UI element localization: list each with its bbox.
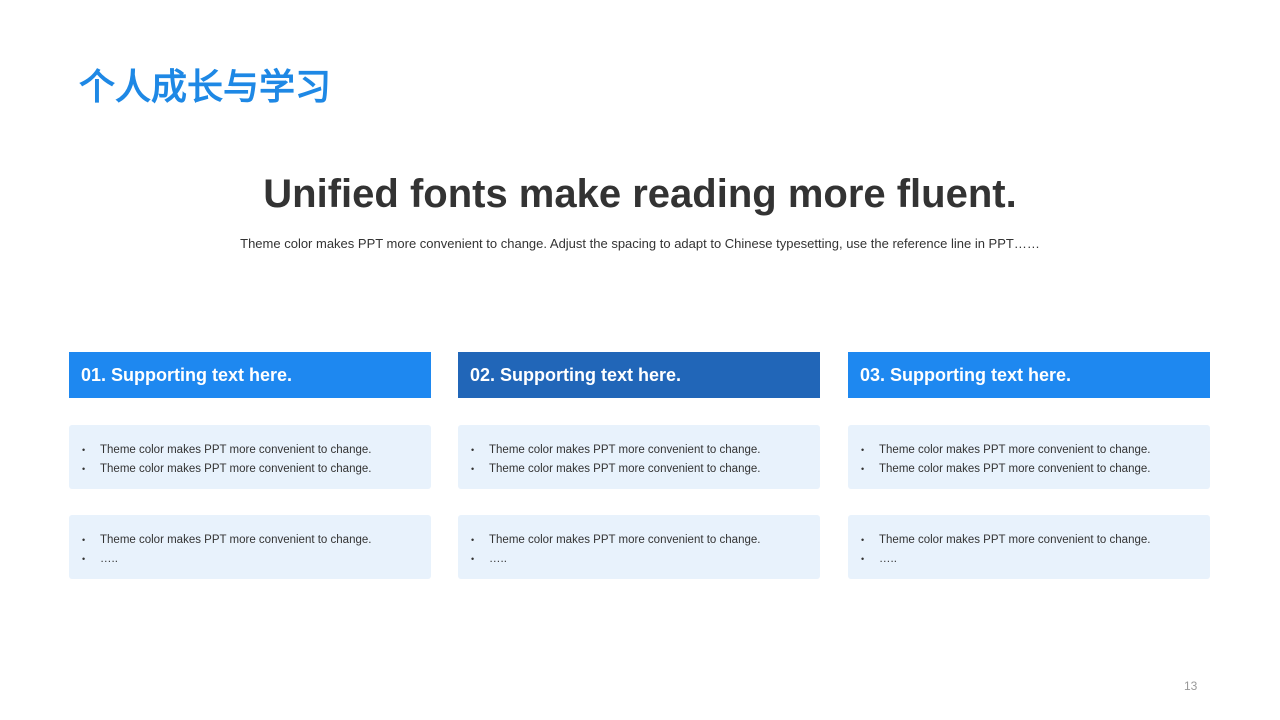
- bullet-dot-icon: •: [82, 554, 86, 564]
- headline: Unified fonts make reading more fluent.: [263, 172, 1017, 216]
- column-1: 01. Supporting text here. • Theme color …: [69, 352, 431, 579]
- bullet-dot-icon: •: [861, 464, 865, 474]
- bullet-item: • Theme color makes PPT more convenient …: [458, 441, 820, 460]
- bullet-text: …..: [100, 553, 118, 565]
- bullet-item: • Theme color makes PPT more convenient …: [848, 531, 1210, 550]
- bullet-dot-icon: •: [471, 445, 475, 455]
- bullet-text: …..: [489, 553, 507, 565]
- bullet-dot-icon: •: [861, 445, 865, 455]
- bullet-text: Theme color makes PPT more convenient to…: [489, 444, 761, 456]
- bullet-text: Theme color makes PPT more convenient to…: [879, 444, 1151, 456]
- bullet-item: • Theme color makes PPT more convenient …: [69, 460, 431, 479]
- bullet-card: • Theme color makes PPT more convenient …: [848, 515, 1210, 579]
- bullet-card: • Theme color makes PPT more convenient …: [458, 515, 820, 579]
- page-number: 13: [1184, 679, 1198, 693]
- bullet-item: • …..: [69, 550, 431, 569]
- column-header: 01. Supporting text here.: [69, 352, 431, 398]
- bullet-item: • Theme color makes PPT more convenient …: [458, 531, 820, 550]
- bullet-dot-icon: •: [82, 464, 86, 474]
- bullet-text: Theme color makes PPT more convenient to…: [100, 444, 372, 456]
- bullet-card: • Theme color makes PPT more convenient …: [69, 425, 431, 489]
- bullet-text: Theme color makes PPT more convenient to…: [489, 463, 761, 475]
- bullet-dot-icon: •: [471, 554, 475, 564]
- bullet-item: • Theme color makes PPT more convenient …: [458, 460, 820, 479]
- bullet-dot-icon: •: [471, 535, 475, 545]
- bullet-item: • …..: [458, 550, 820, 569]
- bullet-card: • Theme color makes PPT more convenient …: [69, 515, 431, 579]
- slide-title: 个人成长与学习: [79, 67, 332, 108]
- bullet-item: • Theme color makes PPT more convenient …: [848, 441, 1210, 460]
- bullet-text: Theme color makes PPT more convenient to…: [100, 463, 372, 475]
- bullet-text: Theme color makes PPT more convenient to…: [489, 534, 761, 546]
- bullet-text: Theme color makes PPT more convenient to…: [879, 534, 1151, 546]
- bullet-text: Theme color makes PPT more convenient to…: [879, 463, 1151, 475]
- column-header: 02. Supporting text here.: [458, 352, 820, 398]
- bullet-dot-icon: •: [861, 554, 865, 564]
- bullet-text: Theme color makes PPT more convenient to…: [100, 534, 372, 546]
- bullet-dot-icon: •: [471, 464, 475, 474]
- bullet-card: • Theme color makes PPT more convenient …: [458, 425, 820, 489]
- bullet-card: • Theme color makes PPT more convenient …: [848, 425, 1210, 489]
- column-header: 03. Supporting text here.: [848, 352, 1210, 398]
- bullet-item: • …..: [848, 550, 1210, 569]
- bullet-dot-icon: •: [82, 445, 86, 455]
- column-2: 02. Supporting text here. • Theme color …: [458, 352, 820, 579]
- bullet-item: • Theme color makes PPT more convenient …: [848, 460, 1210, 479]
- bullet-dot-icon: •: [861, 535, 865, 545]
- bullet-item: • Theme color makes PPT more convenient …: [69, 441, 431, 460]
- bullet-item: • Theme color makes PPT more convenient …: [69, 531, 431, 550]
- subheadline: Theme color makes PPT more convenient to…: [240, 236, 1040, 251]
- bullet-dot-icon: •: [82, 535, 86, 545]
- bullet-text: …..: [879, 553, 897, 565]
- column-3: 03. Supporting text here. • Theme color …: [848, 352, 1210, 579]
